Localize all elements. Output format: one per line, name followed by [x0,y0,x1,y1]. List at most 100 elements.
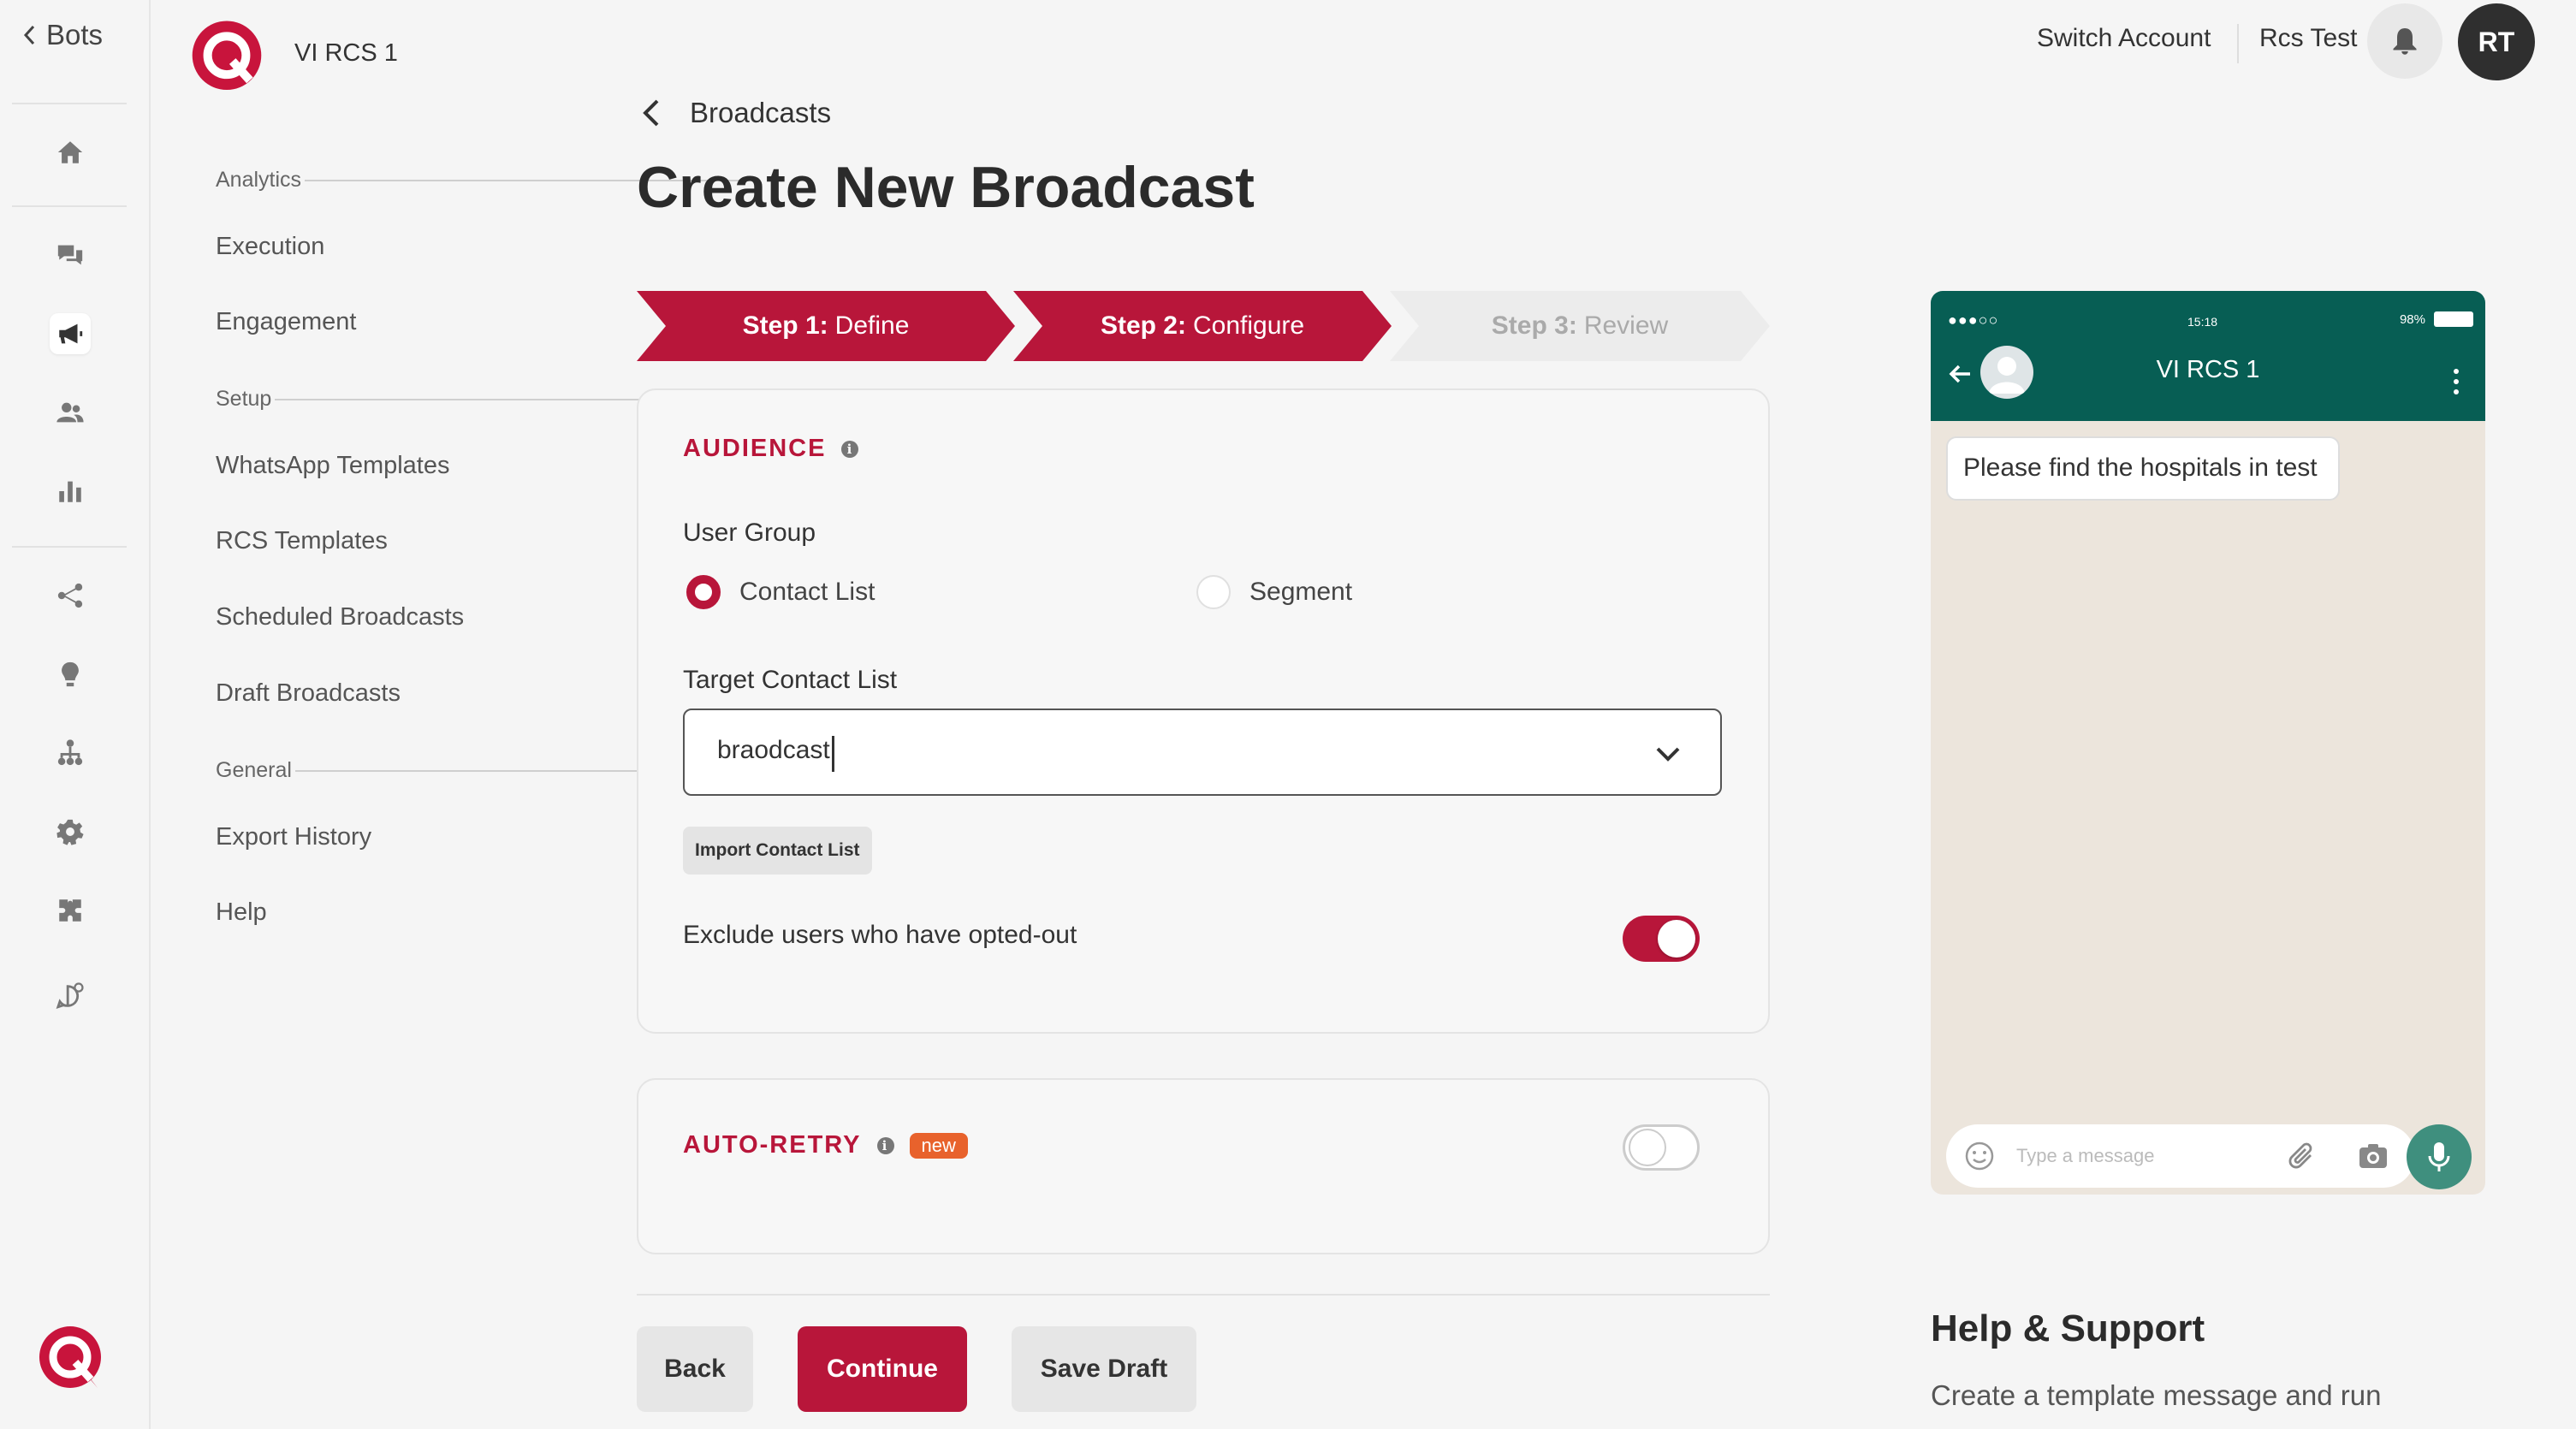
message-bubble: Please find the hospitals in test [1946,436,2340,501]
user-avatar[interactable]: RT [2458,3,2535,80]
step-define[interactable]: Step 1: Define [637,291,1015,361]
radio-segment-indicator[interactable] [1196,575,1231,609]
nav-item-draft-broadcasts[interactable]: Draft Broadcasts [216,679,401,708]
whatsapp-preview: ●●●○○ 15:18 98% VI RCS 1 Please find the… [1931,291,2485,1195]
contact-name: VI RCS 1 [2156,356,2260,383]
page-title: Create New Broadcast [637,155,1255,220]
rail-conversations[interactable] [50,234,91,276]
breadcrumb-broadcasts: Broadcasts [690,97,832,128]
breadcrumb[interactable]: Broadcasts [638,96,831,130]
rail-divider [12,546,127,548]
secondary-nav: VI RCS 1 Analytics Execution Engagement … [151,0,613,1429]
nav-item-export-history[interactable]: Export History [216,823,371,851]
continue-button[interactable]: Continue [798,1326,967,1412]
top-bar: Switch Account Rcs Test RT [1977,0,2576,82]
camera-icon [2359,1144,2387,1168]
chevron-left-icon [643,99,659,127]
emoji-icon [1965,1141,1994,1171]
message-placeholder: Type a message [2016,1145,2155,1166]
nav-item-help[interactable]: Help [216,898,267,927]
whatsapp-settings-icon [56,982,84,1009]
step-configure-prefix: Step 2: [1100,311,1186,340]
info-icon[interactable]: i [841,440,859,458]
step-define-label: Define [834,311,910,340]
step-configure-label: Configure [1192,311,1305,340]
target-contact-list-value[interactable]: braodcast [717,736,834,772]
new-badge: new [909,1132,968,1159]
nav-item-rcs-templates[interactable]: RCS Templates [216,527,388,555]
rail-divider [12,205,127,207]
bell-icon [2393,28,2417,55]
rail-hierarchy[interactable] [50,732,91,774]
rail-flows[interactable] [50,575,91,616]
battery-status: 98% [2400,311,2473,327]
auto-retry-toggle[interactable] [1623,1124,1700,1171]
auto-retry-title: AUTO-RETRY [683,1131,862,1159]
back-button[interactable]: Back [637,1326,753,1412]
rail-ideas[interactable] [50,654,91,695]
nav-item-execution[interactable]: Execution [216,233,324,261]
switch-account-link[interactable]: Switch Account [2037,24,2211,53]
toggle-knob [1629,1129,1666,1166]
step-review-label: Review [1583,311,1669,340]
rail-divider [12,103,127,104]
chevron-left-icon [23,25,35,45]
message-input: Type a message [1946,1124,2415,1188]
bot-name: VI RCS 1 [294,39,398,67]
help-support-title: Help & Support [1931,1307,2205,1349]
paperclip-icon [2288,1142,2312,1169]
target-contact-list-select[interactable]: braodcast [683,709,1722,796]
battery-icon [2434,311,2473,327]
radio-segment-label: Segment [1249,578,1353,606]
home-icon [57,141,83,163]
exclude-opted-out-toggle[interactable] [1623,916,1700,962]
target-contact-list-label: Target Contact List [683,666,898,694]
step-review[interactable]: Step 3: Review [1390,291,1770,361]
radio-segment[interactable]: Segment [1196,575,1352,609]
hierarchy-icon [57,739,83,766]
rail-whatsapp-settings[interactable] [50,975,91,1017]
auto-retry-card [637,1078,1770,1254]
auto-retry-section-title: AUTO-RETRY i new [683,1131,968,1159]
icon-rail: Bots [0,0,151,1429]
bulb-icon [62,661,79,687]
rail-analytics[interactable] [50,471,91,512]
notifications-button[interactable] [2367,3,2442,79]
preview-header: ●●●○○ 15:18 98% VI RCS 1 [1931,291,2485,421]
account-name[interactable]: Rcs Test [2259,24,2357,53]
radio-contact-list[interactable]: Contact List [686,575,875,609]
nav-item-scheduled-broadcasts[interactable]: Scheduled Broadcasts [216,603,464,631]
chevron-down-icon [1656,747,1680,762]
footer-divider [637,1294,1770,1296]
status-time: 15:18 [2187,315,2218,329]
megaphone-icon [59,323,83,344]
back-to-bots-link[interactable]: Bots [22,19,103,51]
save-draft-button[interactable]: Save Draft [1012,1326,1196,1412]
bot-logo-icon [192,21,262,91]
back-to-bots-label: Bots [46,19,104,50]
audience-title: AUDIENCE [683,435,827,462]
more-vertical-icon [2454,369,2459,394]
nav-item-engagement[interactable]: Engagement [216,308,356,336]
step-define-prefix: Step 1: [742,311,828,340]
puzzle-icon [59,899,81,922]
rail-integrations[interactable] [50,890,91,931]
rail-users[interactable] [50,392,91,433]
mic-button [2407,1124,2472,1189]
nav-item-whatsapp-templates[interactable]: WhatsApp Templates [216,452,450,480]
rail-home[interactable] [50,132,91,173]
step-configure[interactable]: Step 2: Configure [1013,291,1392,361]
topbar-divider [2237,24,2239,63]
flow-icon [57,583,83,608]
rail-settings[interactable] [50,811,91,852]
exclude-opted-out-label: Exclude users who have opted-out [683,921,1077,949]
haptik-logo-icon[interactable] [36,1323,104,1395]
chat-icon [57,245,83,265]
radio-contact-list-indicator[interactable] [686,575,721,609]
bar-chart-icon [59,481,81,502]
import-contact-list-button[interactable]: Import Contact List [683,827,872,875]
info-icon[interactable]: i [876,1136,894,1154]
mic-icon [2428,1142,2450,1171]
battery-percent: 98% [2399,311,2425,327]
rail-broadcasts[interactable] [50,313,91,354]
